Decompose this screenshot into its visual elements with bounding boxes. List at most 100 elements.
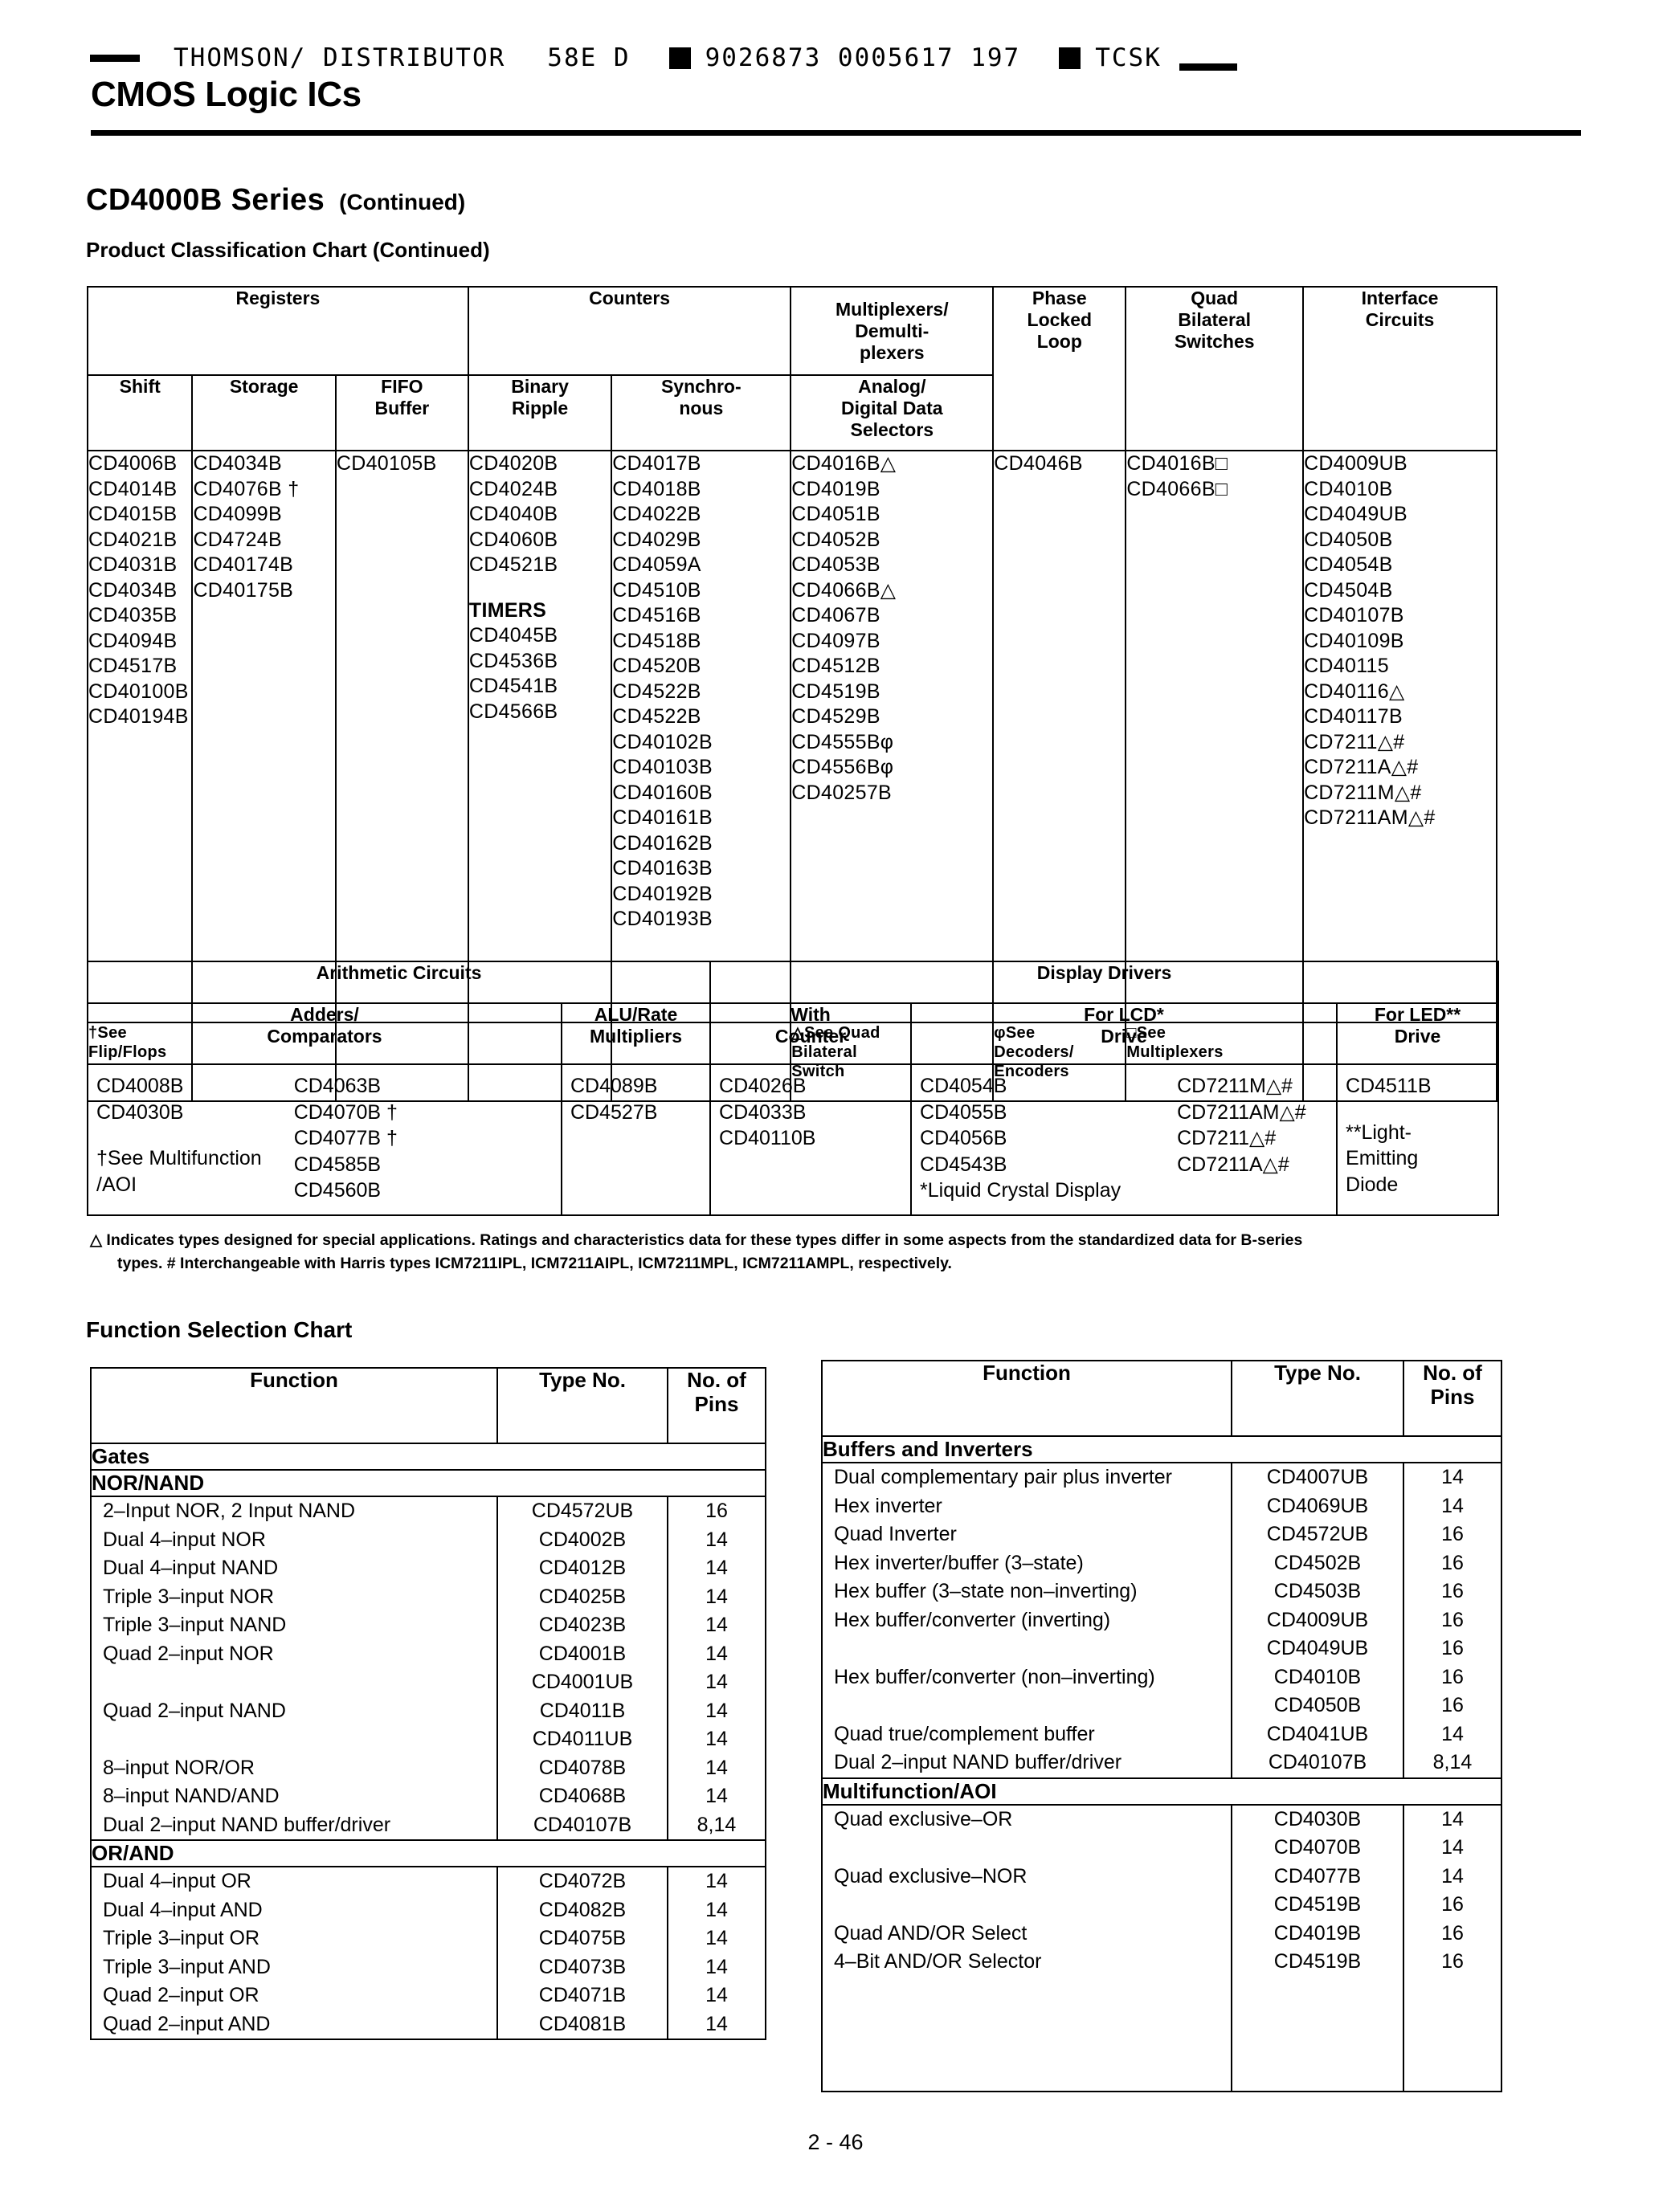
fsc-pin-count: 14 xyxy=(1441,1494,1464,1517)
arith-group-header-row: Arithmetic Circuits Display Drivers xyxy=(86,961,1500,1004)
parts-cell-synchronous: CD4017B CD4018B CD4022B CD4029B CD4059A CD451… xyxy=(611,450,792,1023)
parts-cell-analog-selectors: CD4016B△ CD4019B CD4051B CD4052B CD4053B CD40… xyxy=(790,450,995,1023)
part-number: CD40175B xyxy=(193,578,294,602)
part-number: CD4529B xyxy=(791,705,880,728)
scan-dash-right xyxy=(1179,63,1237,71)
fsc-type-number: CD4072B xyxy=(538,1870,627,1892)
part-number: CD4008B xyxy=(96,1075,184,1097)
fsc-spacer xyxy=(1404,1977,1501,2006)
fsc-function-text: Quad 2–input OR xyxy=(103,1984,259,2006)
part-number: CD4055B xyxy=(920,1100,1007,1124)
column-header-synchronous: Synchro-nous xyxy=(611,374,792,451)
column-header-quad-bilateral-switches: Quad Bilateral Switches xyxy=(1125,286,1305,451)
fsc-pin-count: 14 xyxy=(705,1728,728,1750)
part-number: CD4063B xyxy=(293,1075,382,1097)
fsc-spacer xyxy=(1404,2062,1501,2091)
fsc-right-header-type: Type No. xyxy=(1231,1360,1404,1437)
fsc-function-text: Triple 3–input NAND xyxy=(103,1614,287,1636)
fsc-pin-count: 14 xyxy=(1441,1864,1464,1888)
part-number: CD4516B xyxy=(612,604,701,626)
part-number: CD40110B xyxy=(719,1127,816,1149)
series-continued: (Continued) xyxy=(339,190,466,214)
part-number: CD4010B xyxy=(1304,477,1393,500)
parts-cell-interface: CD4009UB CD4010B CD4049UB CD4050B CD4054B CD4… xyxy=(1302,450,1497,1023)
fsc-pin-count: 14 xyxy=(1441,1722,1464,1745)
part-number: CD40193B xyxy=(612,908,713,930)
part-number: CD7211AM△# xyxy=(1177,1100,1306,1124)
fsc-pin-count: 14 xyxy=(1441,1466,1464,1488)
fsc-type-number: CD4001B xyxy=(538,1642,627,1665)
group-header-arithmetic: Arithmetic Circuits xyxy=(86,961,712,1004)
scan-dash-left xyxy=(90,54,140,62)
series-name: CD4000B Series xyxy=(86,183,325,217)
fsc-function-text: Hex inverter xyxy=(834,1494,942,1517)
fsc-function-column: Dual complementary pair plus inverter Hex… xyxy=(821,1462,1232,1779)
special-applications-footnote: △ Indicates types designed for special a… xyxy=(90,1229,1584,1276)
fsc-pin-count: 16 xyxy=(1441,1637,1464,1659)
footnote-line-2: types. # Interchangeable with Harris typ… xyxy=(117,1255,952,1273)
fsc-type-number: CD4068B xyxy=(538,1785,627,1807)
fsc-pin-count: 16 xyxy=(1441,1580,1464,1602)
fsc-function-text: Dual 2–input NAND buffer/driver xyxy=(834,1751,1122,1773)
fsc-group-label: Multifunction/AOI xyxy=(821,1777,1502,1806)
part-number: CD40174B xyxy=(193,553,294,576)
part-number: CD4054B xyxy=(920,1075,1007,1097)
fsc-function-text: Triple 3–input OR xyxy=(103,1927,259,1949)
part-number: CD4076B † xyxy=(193,477,300,500)
column-header-analog-digital-data-selectors: Analog/Digital Data Selectors xyxy=(790,374,995,451)
section-subtitle: Product Classification Chart (Continued) xyxy=(86,238,490,262)
fsc-spacer xyxy=(1232,2062,1403,2091)
fsc-type-number: CD4010B xyxy=(1273,1665,1362,1688)
fsc-type-number: CD4030B xyxy=(1273,1807,1362,1830)
part-number: CD40163B xyxy=(612,857,713,879)
column-header-for-lcd-drive: For LCD* Drive xyxy=(910,1002,1338,1065)
arithmetic-display-table: Arithmetic Circuits Display Drivers Adde… xyxy=(86,961,1500,1216)
scan-distributor: THOMSON/ DISTRIBUTOR xyxy=(174,43,506,72)
part-number: CD40109B xyxy=(1304,629,1404,652)
fsc-function-text: Quad true/complement buffer xyxy=(834,1722,1095,1745)
part-number: CD40116△ xyxy=(1304,680,1405,703)
fsc-function-text: Hex buffer (3–state non–inverting) xyxy=(834,1580,1138,1602)
fsc-group-label: OR/AND xyxy=(90,1839,766,1867)
fsc-type-number: CD4049UB xyxy=(1266,1637,1369,1659)
part-number: CD4009UB xyxy=(1304,452,1407,475)
part-number: CD40160B xyxy=(612,781,713,804)
column-header-phase-locked-loop: Phase Locked Loop xyxy=(992,286,1127,451)
fsc-type-column: CD4007UB CD4069UB CD4572UB CD4502B CD4503B CD… xyxy=(1231,1462,1404,1779)
part-number: CD4021B xyxy=(88,528,178,551)
fsc-function-text: 4–Bit AND/OR Selector xyxy=(834,1950,1042,1973)
part-number: CD4512B xyxy=(791,655,880,677)
fsc-function-text: Quad exclusive–OR xyxy=(834,1807,1013,1830)
part-number: CD40117B xyxy=(1304,705,1403,728)
fsc-type-number: CD40107B xyxy=(1268,1751,1367,1773)
part-number: CD40115 xyxy=(1304,655,1389,677)
parts-cell-fifo: CD40105B xyxy=(334,450,469,1023)
fsc-function-column: Dual 4–input OR Dual 4–input AND Triple 3–… xyxy=(90,1866,498,2040)
fsc-function-text xyxy=(834,1635,1231,1663)
fsc-type-number: CD4001UB xyxy=(531,1671,634,1693)
arith-column-header-row: Adders/Comparators ALU/Rate Multipliers W… xyxy=(87,1002,1500,1065)
fsc-function-text: Quad 2–input AND xyxy=(103,2012,271,2035)
part-number: CD40105B xyxy=(336,452,437,475)
masthead-title: CMOS Logic ICs xyxy=(91,75,362,114)
fsc-pins-column: 14 14 16 16 16 16 16 16 16 14 8,14 xyxy=(1403,1462,1502,1779)
fsc-function-text: Quad 2–input NOR xyxy=(103,1642,274,1665)
part-number: CD4030B xyxy=(96,1100,184,1124)
fsc-function-text: 8–input NAND/AND xyxy=(103,1785,280,1807)
fsc-type-number: CD4073B xyxy=(538,1955,627,1978)
page-number: 2 - 46 xyxy=(807,2130,864,2154)
fsc-function-text xyxy=(834,1692,1231,1720)
part-number: CD4034B xyxy=(193,452,282,475)
group-header-counters: Counters xyxy=(467,286,792,376)
fsc-function-text xyxy=(834,1891,1231,1920)
part-number: CD4070B † xyxy=(293,1100,398,1124)
part-number: CD40161B xyxy=(612,806,713,829)
fsc-left-header-pins: No. of Pins xyxy=(667,1367,766,1444)
fsc-pin-count: 14 xyxy=(705,2012,728,2035)
part-number: CD4014B xyxy=(88,477,178,500)
part-number: CD4031B xyxy=(88,553,178,576)
fsc-type-column: CD4572UB CD4002B CD4012B CD4025B CD4023B CD40… xyxy=(496,1496,668,1841)
part-number: CD4089B xyxy=(570,1075,658,1097)
parts-cell-quad-bilateral: CD4016B□ CD4066B□ xyxy=(1125,450,1305,1023)
column-header-fifo-buffer: FIFO Buffer xyxy=(334,374,469,451)
